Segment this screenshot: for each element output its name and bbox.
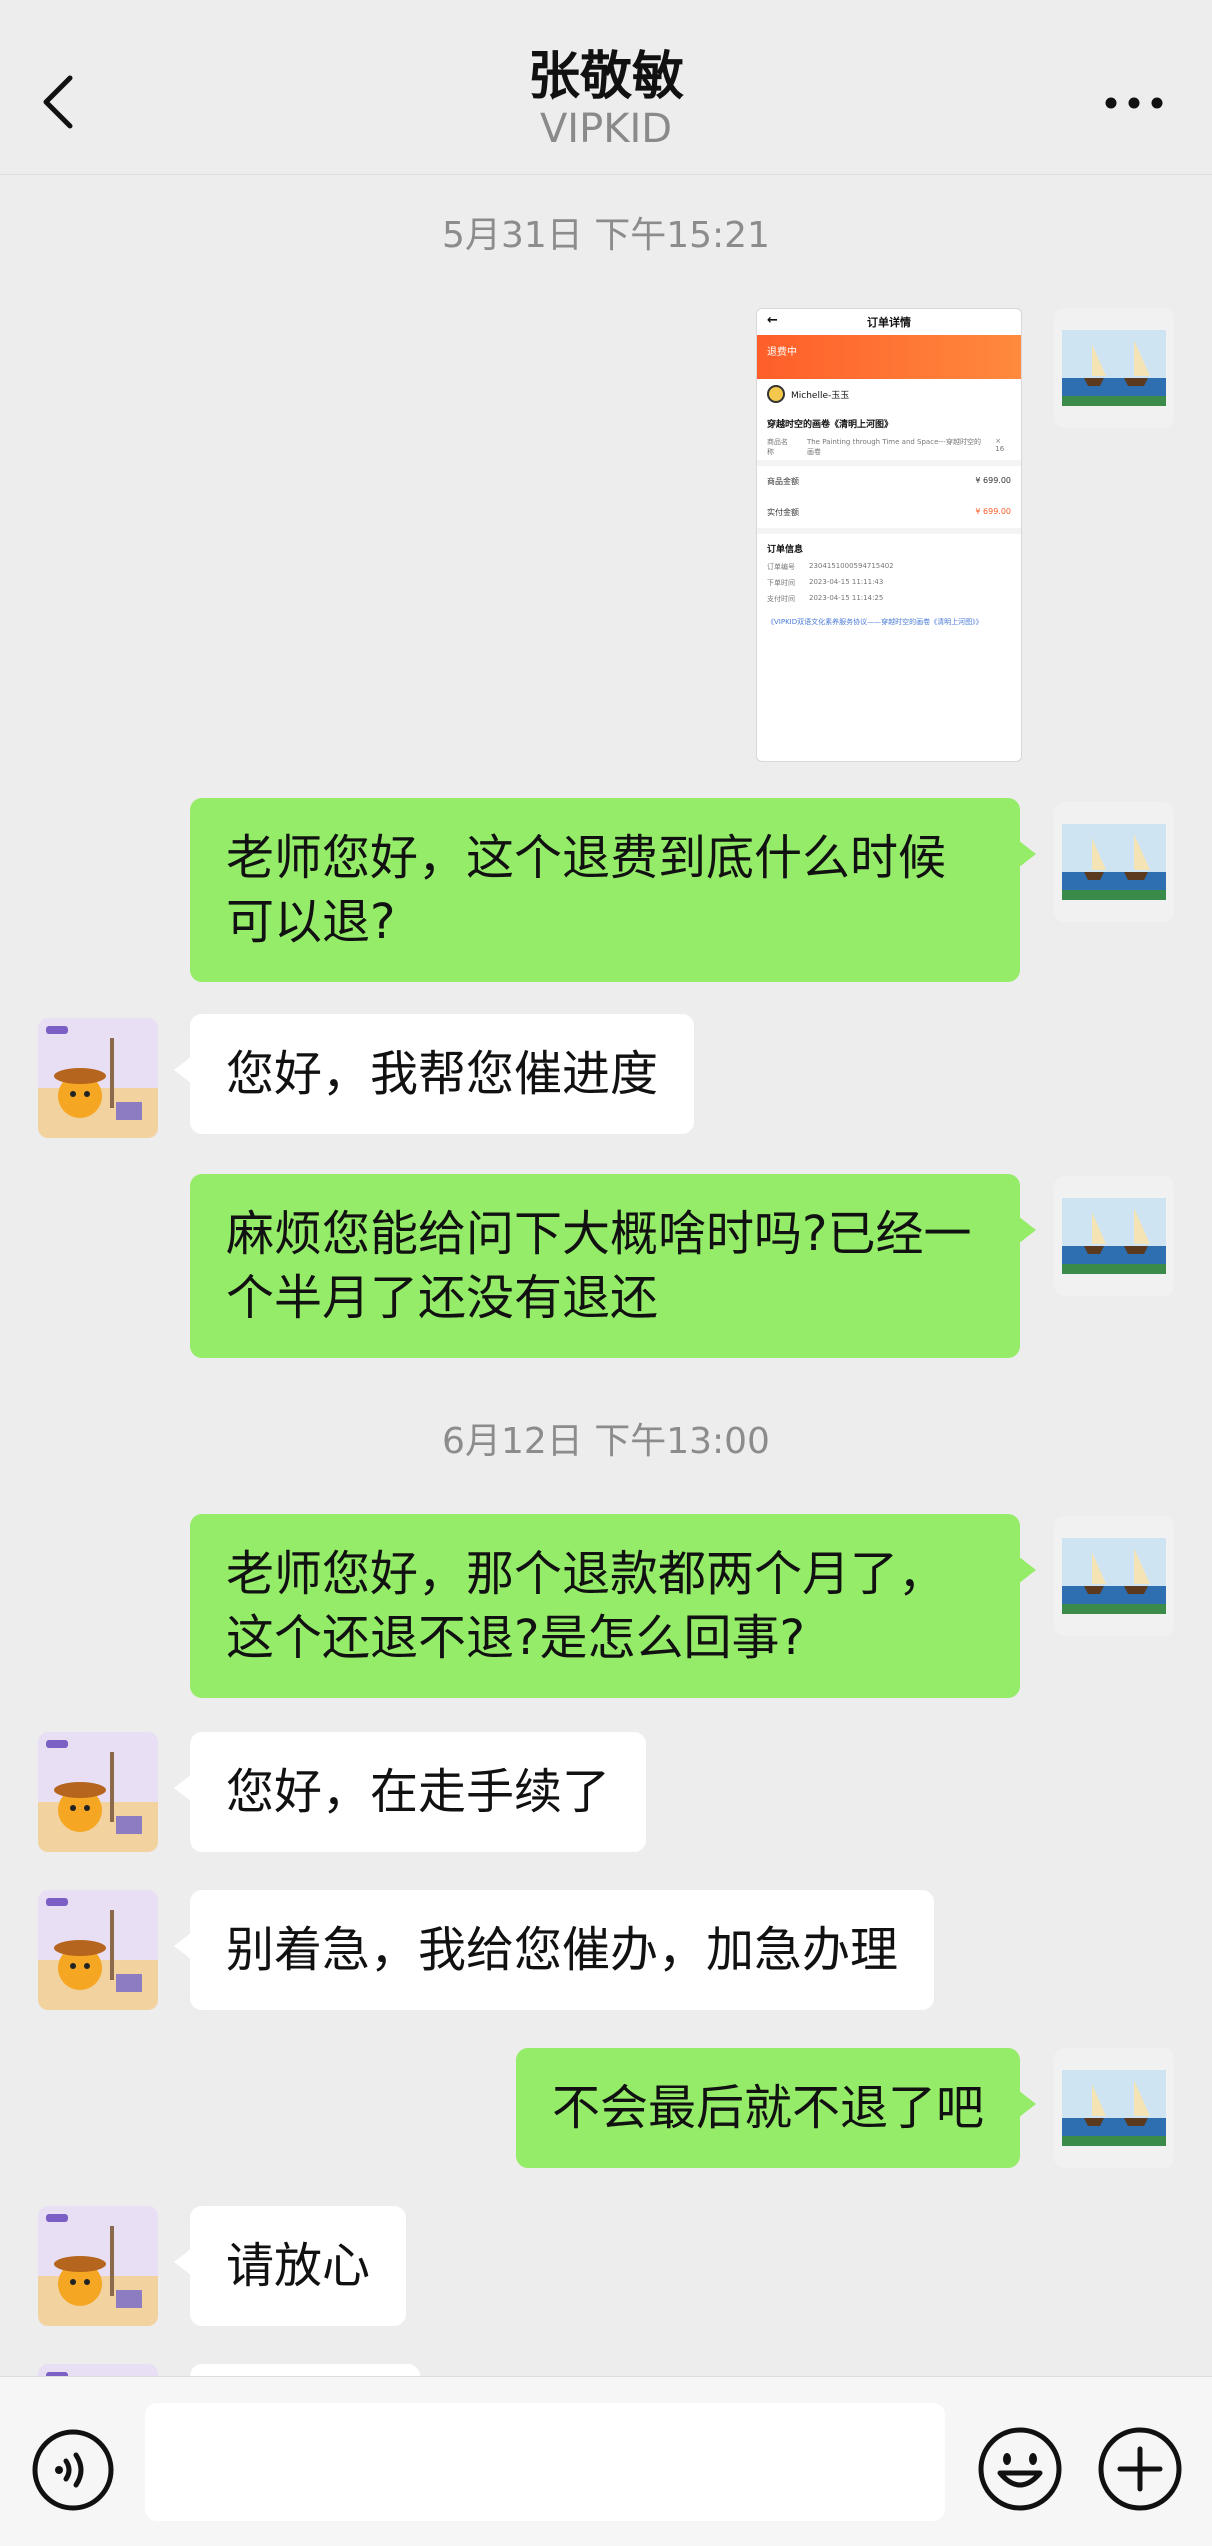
contact-name: 张敬敏: [527, 47, 684, 107]
input-bar: [0, 2376, 1212, 2546]
order-time-value: 2023-04-15 11:11:43: [809, 578, 884, 586]
paid-row: 实付金额 ¥ 699.00: [757, 497, 1021, 528]
product-name-label: 商品名称: [767, 438, 788, 456]
cartoon-character-icon: [38, 1018, 158, 1138]
voice-input-button[interactable]: [30, 2427, 116, 2513]
message-input[interactable]: [145, 2403, 945, 2521]
order-title: 订单详情: [867, 316, 911, 329]
contact-avatar[interactable]: [38, 1732, 158, 1852]
amount-label: 商品金额: [767, 477, 799, 486]
plus-icon: [1098, 2427, 1182, 2511]
contact-company: VIPKID: [539, 106, 673, 152]
order-user: Michelle-玉玉: [757, 379, 1021, 409]
message-bubble-sent[interactable]: 麻烦您能给问下大概啥时吗?已经一个半月了还没有退还: [190, 1174, 1036, 1358]
message-bubble-sent[interactable]: 老师您好，那个退款都两个月了，这个还退不退?是怎么回事?: [190, 1514, 1036, 1698]
my-avatar[interactable]: [1054, 1176, 1174, 1296]
order-screenshot-image[interactable]: ← 订单详情 退费中 Michelle-玉玉 穿越时空的画卷《清明上河图》 商品…: [756, 308, 1022, 762]
smiley-icon: [978, 2427, 1062, 2511]
message-bubble-received[interactable]: 别着急，我给您催办，加急办理: [173, 1890, 935, 2010]
my-avatar[interactable]: [1054, 1516, 1174, 1636]
my-avatar[interactable]: [1054, 2048, 1174, 2168]
product-title: 穿越时空的画卷《清明上河图》: [767, 420, 894, 430]
order-no-label: 订单编号: [767, 563, 795, 571]
contact-avatar[interactable]: [38, 2364, 158, 2376]
more-options-button[interactable]: [1094, 78, 1174, 128]
message-bubble-sent[interactable]: 不会最后就不退了吧: [515, 2048, 1037, 2168]
message-bubble-received[interactable]: [190, 2364, 420, 2376]
order-info-title: 订单信息: [767, 545, 804, 555]
pay-time-row: 支付时间 2023-04-15 11:14:25: [757, 591, 1021, 607]
contact-avatar[interactable]: [38, 2206, 158, 2326]
order-time-label: 下单时间: [767, 579, 795, 587]
timestamp: 5月31日 下午15:21: [442, 215, 770, 256]
ship-painting-icon: [1054, 2048, 1174, 2168]
agreement-link: 《VIPKID双语文化素养服务协议——穿越时空的画卷《清明上河图》》: [767, 618, 983, 626]
contact-avatar[interactable]: [38, 1890, 158, 2010]
user-avatar: [767, 385, 785, 403]
voice-icon: [32, 2429, 114, 2511]
my-avatar[interactable]: [1054, 802, 1174, 922]
amount-value: ¥ 699.00: [975, 476, 1011, 485]
cartoon-character-icon: [38, 1890, 158, 2010]
ship-painting-icon: [1054, 1516, 1174, 1636]
paid-label: 实付金额: [767, 508, 799, 517]
cartoon-character-icon: [38, 2206, 158, 2326]
timestamp: 6月12日 下午13:00: [442, 1421, 770, 1462]
amount-row: 商品金额 ¥ 699.00: [757, 466, 1021, 497]
more-actions-button[interactable]: [1096, 2425, 1184, 2513]
product-name-row: 商品名称 The Painting through Time and Space…: [757, 434, 1021, 460]
order-no-row: 订单编号 2304151000594715402: [757, 559, 1021, 575]
order-time-row: 下单时间 2023-04-15 11:11:43: [757, 575, 1021, 591]
order-status: 退费中: [757, 335, 1021, 379]
product-name-value: The Painting through Time and Space---穿越…: [806, 438, 981, 456]
ellipsis-icon: [1105, 97, 1163, 109]
paid-value: ¥ 699.00: [975, 507, 1011, 516]
message-bubble-received[interactable]: 您好，我帮您催进度: [173, 1014, 695, 1134]
arrow-left-icon: ←: [767, 313, 778, 328]
my-avatar[interactable]: [1054, 308, 1174, 428]
pay-time-label: 支付时间: [767, 595, 795, 603]
ship-painting-icon: [1054, 1176, 1174, 1296]
order-topbar: ← 订单详情: [757, 309, 1021, 335]
message-bubble-received[interactable]: 请放心: [173, 2206, 407, 2326]
order-user-name: Michelle-玉玉: [791, 390, 850, 401]
message-bubble-received[interactable]: 您好，在走手续了: [173, 1732, 647, 1852]
cartoon-character-icon: [38, 2364, 158, 2376]
emoji-button[interactable]: [976, 2425, 1064, 2513]
chat-header: 张敬敏 VIPKID: [0, 0, 1212, 175]
order-no-value: 2304151000594715402: [809, 562, 894, 570]
message-bubble-sent[interactable]: 老师您好，这个退费到底什么时候可以退?: [190, 798, 1036, 982]
cartoon-character-icon: [38, 1732, 158, 1852]
contact-avatar[interactable]: [38, 1018, 158, 1138]
ship-painting-icon: [1054, 802, 1174, 922]
ship-painting-icon: [1054, 308, 1174, 428]
message-list[interactable]: 5月31日 下午15:21 ← 订单详情 退费中 Michelle-玉玉 穿越时…: [0, 176, 1212, 2376]
pay-time-value: 2023-04-15 11:14:25: [809, 594, 884, 602]
product-qty: × 16: [995, 437, 1005, 453]
